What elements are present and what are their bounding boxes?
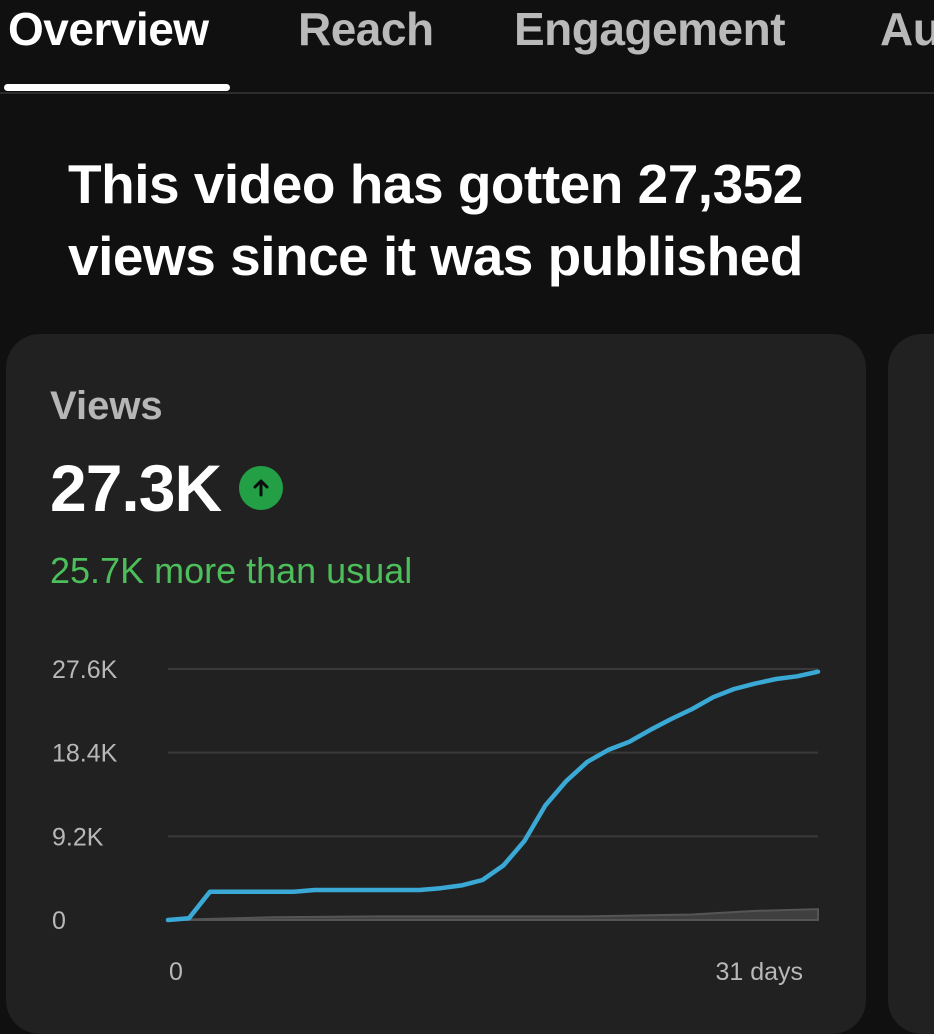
views-chart: 27.6K 18.4K 9.2K 0 0 31 days — [52, 656, 821, 986]
y-tick-label: 9.2K — [52, 823, 104, 851]
x-tick-label: 0 — [169, 958, 183, 986]
y-tick-label: 27.6K — [52, 656, 118, 684]
x-tick-label: 31 days — [715, 958, 803, 986]
y-tick-label: 0 — [52, 907, 66, 935]
chart-series-baseline — [167, 908, 819, 921]
y-tick-label: 18.4K — [52, 740, 118, 768]
chart-series-views — [165, 669, 821, 923]
